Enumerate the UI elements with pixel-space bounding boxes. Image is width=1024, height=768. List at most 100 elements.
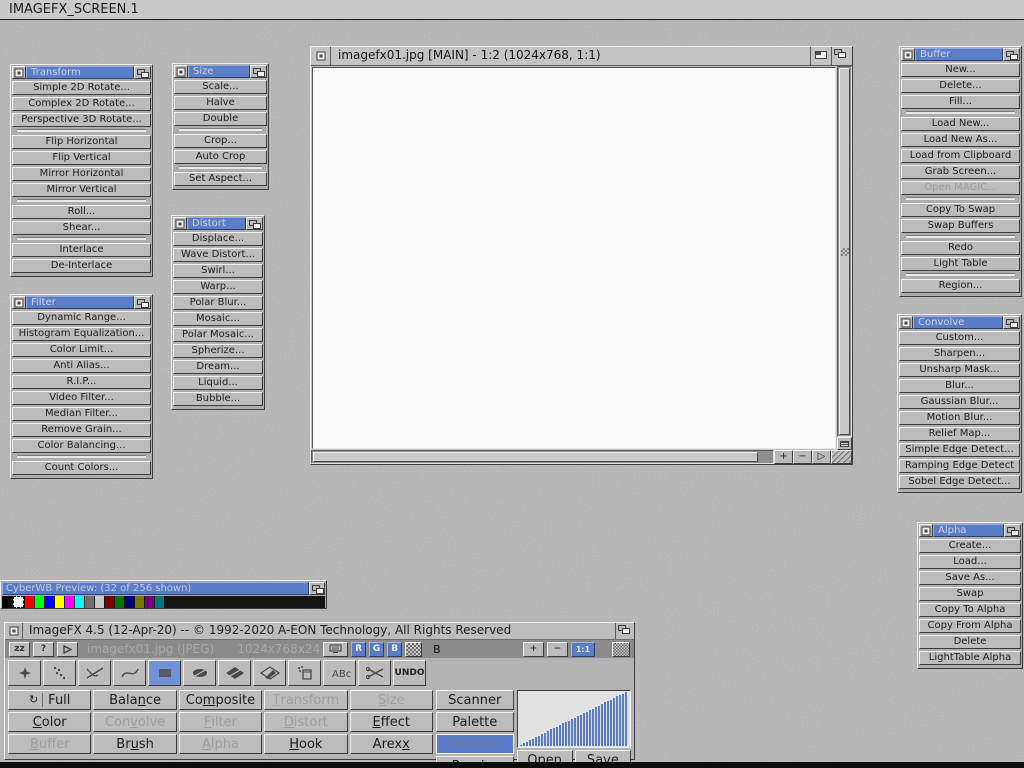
new-button[interactable]: New... — [901, 63, 1020, 77]
copy-from-alpha-button[interactable]: Copy From Alpha — [919, 619, 1021, 633]
warp-button[interactable]: Warp... — [173, 280, 263, 294]
panel-titlebar[interactable]: Distort — [173, 217, 263, 230]
zoom-out-button[interactable]: − — [793, 450, 812, 464]
lighttable-alpha-button[interactable]: LightTable Alpha — [919, 651, 1021, 665]
palette-swatch[interactable] — [165, 596, 174, 608]
vertical-scrollbar[interactable] — [837, 66, 852, 437]
palette-swatch[interactable] — [13, 596, 24, 608]
blur-button[interactable]: Blur... — [899, 379, 1020, 393]
close-gadget[interactable] — [12, 66, 26, 79]
palette-swatch[interactable] — [85, 596, 94, 608]
color-balancing-button[interactable]: Color Balancing... — [12, 439, 151, 453]
full-button[interactable]: ↻Full — [8, 690, 91, 710]
palette-swatch[interactable] — [105, 596, 114, 608]
complex-2d-rotate-button[interactable]: Complex 2D Rotate... — [12, 97, 151, 111]
close-gadget[interactable] — [173, 217, 187, 230]
depth-gadget[interactable] — [246, 217, 263, 230]
ramping-edge-detect-button[interactable]: Ramping Edge Detect — [899, 459, 1020, 473]
close-gadget[interactable] — [311, 47, 331, 65]
palette-swatch[interactable] — [155, 596, 164, 608]
load-new-as-button[interactable]: Load New As... — [901, 133, 1020, 147]
count-colors-button[interactable]: Count Colors... — [12, 461, 151, 475]
dynamic-range-button[interactable]: Dynamic Range... — [12, 311, 151, 325]
swap-buffers-button[interactable]: Swap Buffers — [901, 219, 1020, 233]
displace-button[interactable]: Displace... — [173, 232, 263, 246]
flip-horizontal-button[interactable]: Flip Horizontal — [12, 135, 151, 149]
bubble-button[interactable]: Bubble... — [173, 392, 263, 406]
depth-gadget[interactable] — [1003, 48, 1020, 61]
close-gadget[interactable] — [5, 623, 23, 639]
screen-titlebar[interactable]: IMAGEFX_SCREEN.1 — [0, 0, 1024, 20]
histogram-equalization-button[interactable]: Histogram Equalization... — [12, 327, 151, 341]
light-table-button[interactable]: Light Table — [901, 257, 1020, 271]
toolbox-titlebar[interactable]: ImageFX 4.5 (12-Apr-20) -- © 1992-2020 A… — [5, 623, 634, 639]
swirl-button[interactable]: Swirl... — [173, 264, 263, 278]
palette-swatch[interactable] — [125, 596, 134, 608]
set-aspect-button[interactable]: Set Aspect... — [174, 172, 267, 186]
resize-gadget[interactable] — [831, 450, 852, 464]
palette-swatch[interactable] — [205, 596, 214, 608]
relief-map-button[interactable]: Relief Map... — [899, 427, 1020, 441]
halve-button[interactable]: Halve — [174, 96, 267, 110]
redo-button[interactable]: Redo — [901, 241, 1020, 255]
median-filter-button[interactable]: Median Filter... — [12, 407, 151, 421]
gaussian-blur-button[interactable]: Gaussian Blur... — [899, 395, 1020, 409]
zoom-in-button[interactable]: + — [523, 642, 544, 657]
delete-button[interactable]: Delete... — [901, 79, 1020, 93]
hook-button[interactable]: Hook — [264, 734, 347, 754]
palette-swatch[interactable] — [115, 596, 124, 608]
zoom-in-button[interactable]: + — [774, 450, 793, 464]
panel-titlebar[interactable]: Convolve — [899, 316, 1020, 329]
palette-swatch[interactable] — [195, 596, 204, 608]
palette-swatch[interactable] — [35, 596, 44, 608]
image-window-titlebar[interactable]: imagefx01.jpg [MAIN] - 1:2 (1024x768, 1:… — [311, 47, 852, 65]
roll-button[interactable]: Roll... — [12, 205, 151, 219]
palette-swatch[interactable] — [175, 596, 184, 608]
navigator-button[interactable] — [837, 437, 852, 450]
mosaic-button[interactable]: Mosaic... — [173, 312, 263, 326]
palette-swatch[interactable] — [315, 596, 324, 608]
depth-gadget[interactable] — [134, 66, 151, 79]
oval-tool[interactable] — [183, 660, 216, 686]
green-channel-button[interactable]: G — [369, 642, 384, 657]
box-tool[interactable] — [148, 660, 181, 686]
undo-button[interactable]: UNDO — [393, 660, 426, 686]
image-canvas[interactable] — [312, 67, 836, 449]
panel-titlebar[interactable]: Size — [174, 65, 267, 78]
color-limit-button[interactable]: Color Limit... — [12, 343, 151, 357]
shear-button[interactable]: Shear... — [12, 221, 151, 235]
palette-swatch[interactable] — [145, 596, 154, 608]
curve-tool[interactable] — [113, 660, 146, 686]
line-tool[interactable] — [78, 660, 111, 686]
panel-titlebar[interactable]: Buffer — [901, 48, 1020, 61]
load-button[interactable]: Load... — [919, 555, 1021, 569]
depth-gadget[interactable] — [250, 65, 267, 78]
depth-gadget[interactable] — [1004, 524, 1021, 537]
brush-button[interactable]: Brush — [93, 734, 176, 754]
depth-gadget[interactable] — [615, 623, 634, 639]
anti-alias-button[interactable]: Anti Alias... — [12, 359, 151, 373]
palette-swatch[interactable] — [235, 596, 244, 608]
fill-button[interactable]: Fill... — [901, 95, 1020, 109]
dream-button[interactable]: Dream... — [173, 360, 263, 374]
load-from-clipboard-button[interactable]: Load from Clipboard — [901, 149, 1020, 163]
palette-swatch[interactable] — [265, 596, 274, 608]
palette-button[interactable]: Palette — [436, 712, 514, 732]
sobel-edge-detect-button[interactable]: Sobel Edge Detect... — [899, 475, 1020, 489]
palette-swatch[interactable] — [55, 596, 64, 608]
zoom-level-button[interactable]: 1:1 — [571, 642, 595, 657]
polar-mosaic-button[interactable]: Polar Mosaic... — [173, 328, 263, 342]
delete-button[interactable]: Delete — [919, 635, 1021, 649]
close-gadget[interactable] — [899, 316, 913, 329]
text-tool[interactable]: ABc — [323, 660, 356, 686]
horizontal-scroll-thumb[interactable] — [313, 452, 758, 462]
custom-button[interactable]: Custom... — [899, 331, 1020, 345]
fill-tool[interactable] — [288, 660, 321, 686]
arexx-button[interactable]: Arexx — [350, 734, 433, 754]
create-button[interactable]: Create... — [919, 539, 1021, 553]
palette-swatch[interactable] — [185, 596, 194, 608]
macro-play-button[interactable] — [57, 642, 78, 657]
motion-blur-button[interactable]: Motion Blur... — [899, 411, 1020, 425]
palette-swatch[interactable] — [135, 596, 144, 608]
panel-titlebar[interactable]: Filter — [12, 296, 151, 309]
